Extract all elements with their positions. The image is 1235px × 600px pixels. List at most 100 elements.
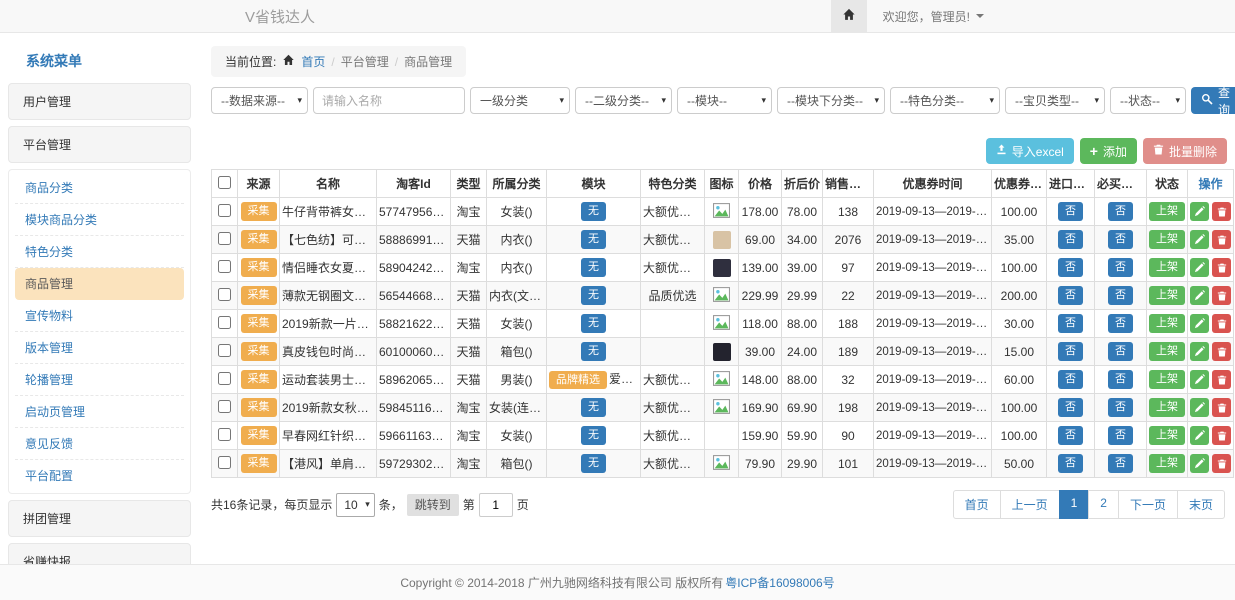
row-checkbox[interactable] (218, 400, 231, 413)
row-checkbox[interactable] (218, 204, 231, 217)
sidebar-item-轮播管理[interactable]: 轮播管理 (15, 364, 184, 396)
page-button-1[interactable]: 1 (1059, 490, 1090, 519)
edit-button[interactable] (1190, 342, 1209, 361)
filter-select-source[interactable]: --数据来源-- (211, 87, 308, 114)
import-toggle-badge[interactable]: 否 (1058, 398, 1083, 416)
add-button[interactable]: + 添加 (1080, 138, 1137, 164)
page-button-末页[interactable]: 末页 (1177, 490, 1225, 519)
search-button[interactable]: 查询 (1191, 87, 1235, 114)
select-all-checkbox[interactable] (218, 176, 231, 189)
edit-button[interactable] (1190, 258, 1209, 277)
delete-button[interactable] (1212, 342, 1231, 361)
must-buy-toggle-badge[interactable]: 否 (1108, 202, 1133, 220)
row-checkbox[interactable] (218, 456, 231, 469)
must-buy-toggle-badge[interactable]: 否 (1108, 286, 1133, 304)
module-badge[interactable]: 无 (581, 258, 606, 276)
filter-select[interactable]: --模块-- (677, 87, 772, 114)
module-badge[interactable]: 无 (581, 314, 606, 332)
page-button-下一页[interactable]: 下一页 (1118, 490, 1178, 519)
import-excel-button[interactable]: 导入excel (986, 138, 1074, 164)
module-badge[interactable]: 无 (581, 426, 606, 444)
row-checkbox[interactable] (218, 232, 231, 245)
sidebar-item-意见反馈[interactable]: 意见反馈 (15, 428, 184, 460)
status-badge[interactable]: 上架 (1149, 454, 1185, 472)
sidebar-item-平台管理[interactable]: 平台管理 (8, 126, 191, 163)
module-badge[interactable]: 无 (581, 202, 606, 220)
delete-button[interactable] (1212, 314, 1231, 333)
status-badge[interactable]: 上架 (1149, 314, 1185, 332)
import-toggle-badge[interactable]: 否 (1058, 202, 1083, 220)
import-toggle-badge[interactable]: 否 (1058, 370, 1083, 388)
status-badge[interactable]: 上架 (1149, 370, 1185, 388)
sidebar-item-模块商品分类[interactable]: 模块商品分类 (15, 204, 184, 236)
row-checkbox[interactable] (218, 260, 231, 273)
edit-button[interactable] (1190, 370, 1209, 389)
edit-button[interactable] (1190, 314, 1209, 333)
jump-button[interactable]: 跳转到 (407, 494, 459, 516)
delete-button[interactable] (1212, 398, 1231, 417)
sidebar-item-平台配置[interactable]: 平台配置 (15, 460, 184, 491)
page-button-2[interactable]: 2 (1088, 490, 1119, 519)
import-toggle-badge[interactable]: 否 (1058, 426, 1083, 444)
import-toggle-badge[interactable]: 否 (1058, 286, 1083, 304)
delete-button[interactable] (1212, 426, 1231, 445)
sidebar-item-启动页管理[interactable]: 启动页管理 (15, 396, 184, 428)
status-badge[interactable]: 上架 (1149, 342, 1185, 360)
page-size-select[interactable]: 10 (336, 493, 374, 517)
sidebar-item-版本管理[interactable]: 版本管理 (15, 332, 184, 364)
filter-select[interactable]: --特色分类-- (890, 87, 1000, 114)
must-buy-toggle-badge[interactable]: 否 (1108, 314, 1133, 332)
import-toggle-badge[interactable]: 否 (1058, 314, 1083, 332)
home-button[interactable] (831, 0, 867, 32)
must-buy-toggle-badge[interactable]: 否 (1108, 370, 1133, 388)
module-badge[interactable]: 无 (581, 342, 606, 360)
module-badge[interactable]: 无 (581, 230, 606, 248)
must-buy-toggle-badge[interactable]: 否 (1108, 398, 1133, 416)
delete-button[interactable] (1212, 370, 1231, 389)
sidebar-item-商品管理[interactable]: 商品管理 (15, 268, 184, 300)
module-badge[interactable]: 无 (581, 286, 606, 304)
sidebar-item-用户管理[interactable]: 用户管理 (8, 83, 191, 120)
page-button-上一页[interactable]: 上一页 (1000, 490, 1060, 519)
edit-button[interactable] (1190, 426, 1209, 445)
sidebar-item-商品分类[interactable]: 商品分类 (15, 172, 184, 204)
edit-button[interactable] (1190, 202, 1209, 221)
row-checkbox[interactable] (218, 428, 231, 441)
row-checkbox[interactable] (218, 316, 231, 329)
must-buy-toggle-badge[interactable]: 否 (1108, 454, 1133, 472)
import-toggle-badge[interactable]: 否 (1058, 454, 1083, 472)
delete-button[interactable] (1212, 230, 1231, 249)
filter-select[interactable]: --状态-- (1110, 87, 1186, 114)
import-toggle-badge[interactable]: 否 (1058, 230, 1083, 248)
sidebar-item-宣传物料[interactable]: 宣传物料 (15, 300, 184, 332)
row-checkbox[interactable] (218, 344, 231, 357)
module-badge[interactable]: 品牌精选 (549, 371, 607, 389)
filter-select[interactable]: --二级分类-- (575, 87, 672, 114)
row-checkbox[interactable] (218, 372, 231, 385)
delete-button[interactable] (1212, 202, 1231, 221)
module-badge[interactable]: 无 (581, 398, 606, 416)
edit-button[interactable] (1190, 230, 1209, 249)
filter-select[interactable]: --模块下分类-- (777, 87, 885, 114)
row-checkbox[interactable] (218, 288, 231, 301)
batch-delete-button[interactable]: 批量删除 (1143, 138, 1227, 164)
module-badge[interactable]: 无 (581, 454, 606, 472)
page-button-首页[interactable]: 首页 (953, 490, 1001, 519)
must-buy-toggle-badge[interactable]: 否 (1108, 342, 1133, 360)
status-badge[interactable]: 上架 (1149, 230, 1185, 248)
delete-button[interactable] (1212, 258, 1231, 277)
user-menu[interactable]: 欢迎您，管理员! (867, 0, 1000, 32)
import-toggle-badge[interactable]: 否 (1058, 258, 1083, 276)
status-badge[interactable]: 上架 (1149, 258, 1185, 276)
sidebar-item-拼团管理[interactable]: 拼团管理 (8, 500, 191, 537)
name-search-input[interactable] (313, 87, 465, 114)
filter-select[interactable]: --宝贝类型-- (1005, 87, 1105, 114)
delete-button[interactable] (1212, 286, 1231, 305)
status-badge[interactable]: 上架 (1149, 286, 1185, 304)
icp-link[interactable]: 粤ICP备16098006号 (725, 574, 834, 591)
delete-button[interactable] (1212, 454, 1231, 473)
edit-button[interactable] (1190, 286, 1209, 305)
must-buy-toggle-badge[interactable]: 否 (1108, 230, 1133, 248)
status-badge[interactable]: 上架 (1149, 202, 1185, 220)
sidebar-item-特色分类[interactable]: 特色分类 (15, 236, 184, 268)
